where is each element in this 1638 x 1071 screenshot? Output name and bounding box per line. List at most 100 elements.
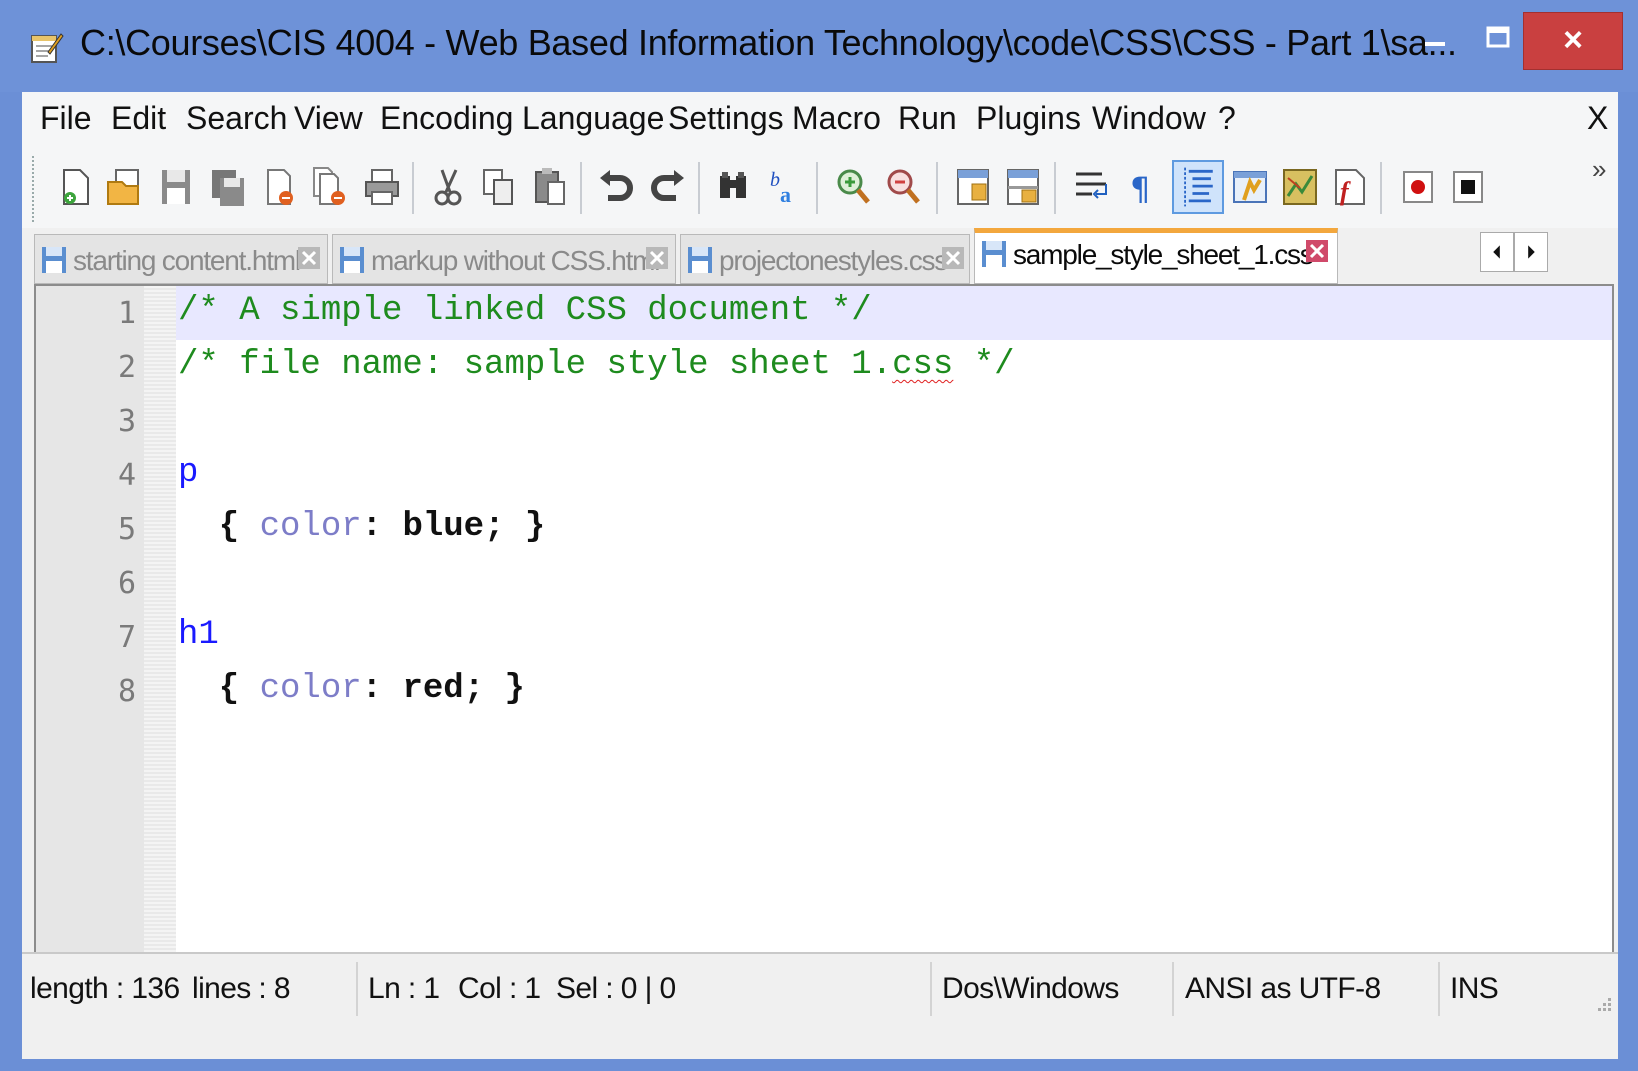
toolbar-overflow-icon[interactable]: » bbox=[1592, 154, 1606, 185]
svg-text:b: b bbox=[770, 169, 780, 191]
tab-sample-style-sheet[interactable]: sample_style_sheet_1.css bbox=[974, 228, 1338, 284]
line-number: 2 bbox=[117, 350, 136, 385]
css-property: color bbox=[259, 508, 362, 546]
notepad-window: C:\Courses\CIS 4004 - Web Based Informat… bbox=[0, 0, 1638, 1071]
toolbar-separator bbox=[698, 162, 700, 214]
saved-file-icon bbox=[340, 247, 364, 273]
undo-icon[interactable] bbox=[596, 166, 636, 208]
save-all-icon[interactable] bbox=[208, 166, 248, 208]
menu-macro[interactable]: Macro bbox=[792, 100, 881, 137]
line-number: 5 bbox=[117, 512, 136, 547]
css-property: color bbox=[259, 670, 362, 708]
minimize-button[interactable] bbox=[1415, 20, 1455, 60]
toolbar-separator bbox=[1054, 162, 1056, 214]
window-title: C:\Courses\CIS 4004 - Web Based Informat… bbox=[80, 22, 1457, 63]
tab-close-icon[interactable] bbox=[1305, 239, 1329, 263]
save-icon[interactable] bbox=[156, 166, 196, 208]
menu-language[interactable]: Language bbox=[522, 100, 664, 137]
new-file-icon[interactable] bbox=[56, 166, 96, 208]
title-bar[interactable]: C:\Courses\CIS 4004 - Web Based Informat… bbox=[0, 0, 1638, 92]
menu-help[interactable]: ? bbox=[1218, 100, 1236, 137]
print-icon[interactable] bbox=[362, 166, 402, 208]
menu-edit[interactable]: Edit bbox=[111, 100, 166, 137]
menu-settings[interactable]: Settings bbox=[668, 100, 784, 137]
tab-close-icon[interactable] bbox=[941, 246, 965, 270]
zoom-in-icon[interactable] bbox=[834, 166, 874, 208]
user-defined-language-icon[interactable] bbox=[1230, 166, 1270, 208]
notepad-app-icon bbox=[31, 33, 64, 63]
function-list-icon[interactable]: f bbox=[1330, 166, 1370, 208]
tab-close-icon[interactable] bbox=[297, 246, 321, 270]
status-insert-mode: INS bbox=[1450, 972, 1499, 1005]
document-tab-bar: starting content.html markup without CSS… bbox=[22, 228, 1618, 284]
indent-guide-icon[interactable] bbox=[1172, 160, 1224, 214]
word-wrap-icon[interactable] bbox=[1072, 166, 1112, 208]
menu-view[interactable]: View bbox=[294, 100, 363, 137]
find-binoculars-icon[interactable] bbox=[714, 166, 754, 208]
toolbar-separator bbox=[816, 162, 818, 214]
show-all-characters-icon[interactable]: ¶ bbox=[1122, 166, 1162, 208]
saved-file-icon bbox=[688, 247, 712, 273]
open-file-icon[interactable] bbox=[104, 166, 144, 208]
menu-bar: File Edit Search View Encoding Language … bbox=[22, 92, 1618, 148]
tab-scroll-left-icon[interactable] bbox=[1480, 232, 1514, 272]
stop-recording-icon[interactable] bbox=[1448, 166, 1488, 208]
tab-projectonestyles[interactable]: projectonestyles.css bbox=[680, 234, 970, 284]
menu-search[interactable]: Search bbox=[186, 100, 287, 137]
find-replace-icon[interactable]: ba bbox=[766, 166, 806, 208]
comment-text: /* file name: sample style sheet 1. bbox=[178, 346, 893, 384]
code-text-area[interactable]: /* A simple linked CSS document */ /* fi… bbox=[176, 286, 1612, 972]
close-file-icon[interactable] bbox=[260, 166, 300, 208]
line-number: 4 bbox=[117, 458, 136, 493]
status-length: length : 136 bbox=[30, 972, 180, 1005]
resize-grip-icon[interactable] bbox=[1594, 994, 1614, 1014]
comment-text: */ bbox=[953, 346, 1015, 384]
code-editor[interactable]: 1 2 3 4 5 6 7 8 /* A simple linked CSS d… bbox=[34, 284, 1614, 974]
redo-icon[interactable] bbox=[648, 166, 688, 208]
status-eol-format: Dos\Windows bbox=[942, 972, 1119, 1005]
css-value: red bbox=[402, 670, 464, 708]
saved-file-icon bbox=[42, 247, 66, 273]
status-encoding: ANSI as UTF-8 bbox=[1185, 972, 1381, 1005]
record-macro-icon[interactable] bbox=[1398, 166, 1438, 208]
menu-encoding[interactable]: Encoding bbox=[380, 100, 513, 137]
copy-icon[interactable] bbox=[478, 166, 518, 208]
code-line-4: p bbox=[178, 454, 199, 492]
tab-scroll-right-icon[interactable] bbox=[1514, 232, 1548, 272]
sync-horizontal-scroll-icon[interactable] bbox=[1004, 166, 1044, 208]
cut-icon[interactable] bbox=[428, 166, 468, 208]
status-separator bbox=[1438, 962, 1440, 1016]
menu-file[interactable]: File bbox=[40, 100, 92, 137]
toolbar-separator bbox=[412, 162, 414, 214]
document-map-icon[interactable] bbox=[1280, 166, 1320, 208]
toolbar: ba ¶ f » bbox=[22, 148, 1618, 228]
maximize-button[interactable] bbox=[1478, 20, 1518, 60]
fold-margin[interactable] bbox=[144, 286, 176, 972]
line-number: 1 bbox=[117, 296, 136, 331]
close-all-icon[interactable] bbox=[310, 166, 350, 208]
client-area: File Edit Search View Encoding Language … bbox=[22, 92, 1618, 1059]
tab-close-icon[interactable] bbox=[645, 246, 669, 270]
status-column: Col : 1 bbox=[458, 972, 541, 1005]
menu-plugins[interactable]: Plugins bbox=[976, 100, 1081, 137]
tab-starting-content[interactable]: starting content.html bbox=[34, 234, 328, 284]
colon: : bbox=[361, 508, 403, 546]
menu-run[interactable]: Run bbox=[898, 100, 957, 137]
paste-icon[interactable] bbox=[530, 166, 570, 208]
brace-close: ; } bbox=[484, 508, 546, 546]
code-line-8: { color: red; } bbox=[178, 670, 525, 708]
sync-vertical-scroll-icon[interactable] bbox=[954, 166, 994, 208]
spellcheck-word: css bbox=[892, 346, 954, 384]
colon: : bbox=[361, 670, 403, 708]
close-document-button[interactable]: X bbox=[1587, 100, 1608, 137]
svg-text:¶: ¶ bbox=[1130, 170, 1150, 208]
tab-markup-without-css[interactable]: markup without CSS.html bbox=[332, 234, 676, 284]
close-button[interactable]: × bbox=[1523, 12, 1623, 70]
code-line-2: /* file name: sample style sheet 1.css *… bbox=[178, 346, 1015, 384]
menu-window[interactable]: Window bbox=[1092, 100, 1206, 137]
toolbar-grip[interactable] bbox=[32, 156, 38, 222]
zoom-out-icon[interactable] bbox=[884, 166, 924, 208]
line-number-gutter: 1 2 3 4 5 6 7 8 bbox=[36, 286, 144, 972]
code-line-1: /* A simple linked CSS document */ bbox=[178, 292, 872, 330]
status-separator bbox=[930, 962, 932, 1016]
